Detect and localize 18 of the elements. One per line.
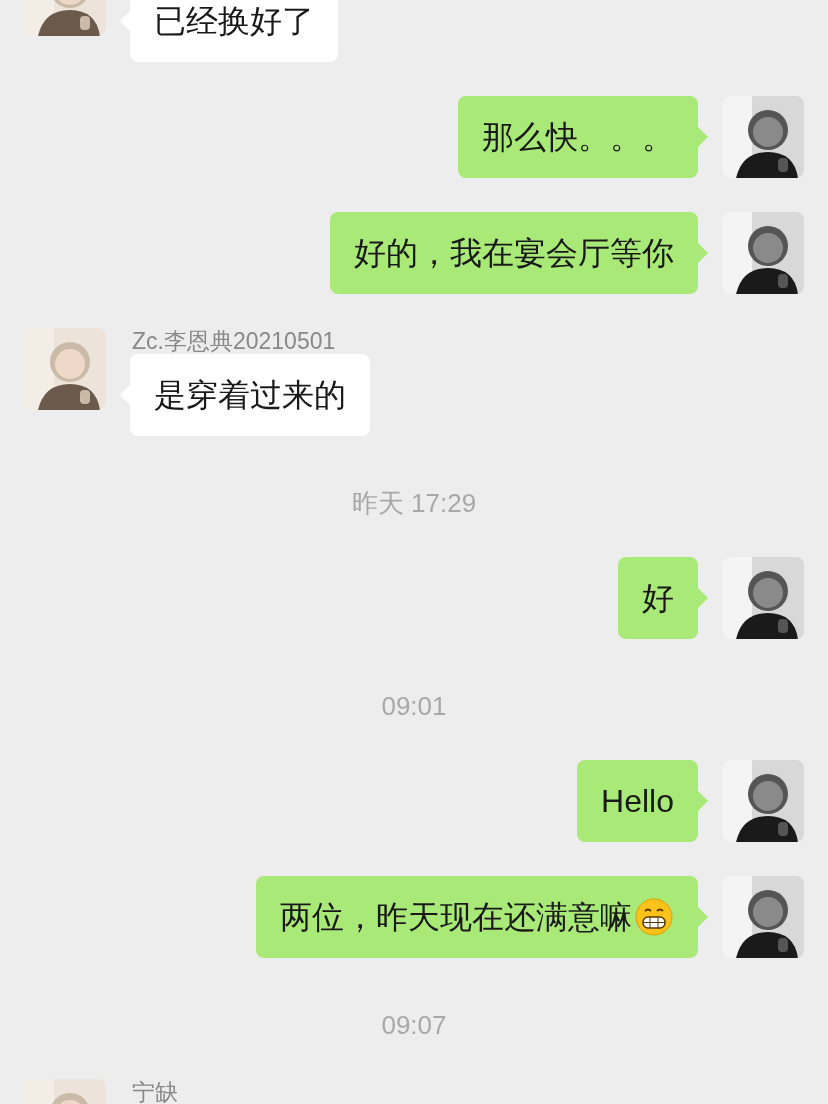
message-bubble[interactable]: 是穿着过来的 bbox=[130, 354, 370, 436]
sender-name: Zc.李恩典20210501 bbox=[132, 328, 337, 354]
message-bubble[interactable]: 两位，昨天现在还满意嘛 bbox=[256, 876, 698, 958]
bubble-tail bbox=[698, 907, 708, 927]
bubble-tail bbox=[698, 243, 708, 263]
emoji-icon bbox=[634, 897, 674, 937]
bubble-tail bbox=[698, 791, 708, 811]
message-bubble[interactable]: 好的，我在宴会厅等你 bbox=[330, 212, 698, 294]
timestamp: 昨天 17:29 bbox=[351, 491, 477, 515]
bubble-tail bbox=[698, 588, 708, 608]
message-bubble[interactable]: Hello bbox=[577, 760, 698, 842]
message-bubble[interactable]: 已经换好了 bbox=[130, 0, 338, 62]
timestamp: 09:07 bbox=[381, 1013, 447, 1037]
timestamp: 09:01 bbox=[381, 694, 447, 718]
message-bubble[interactable]: 好 bbox=[618, 557, 698, 639]
sender-name: 宁缺 bbox=[132, 1079, 178, 1104]
message-bubble[interactable]: 那么快。。。 bbox=[458, 96, 698, 178]
bubble-tail bbox=[698, 127, 708, 147]
